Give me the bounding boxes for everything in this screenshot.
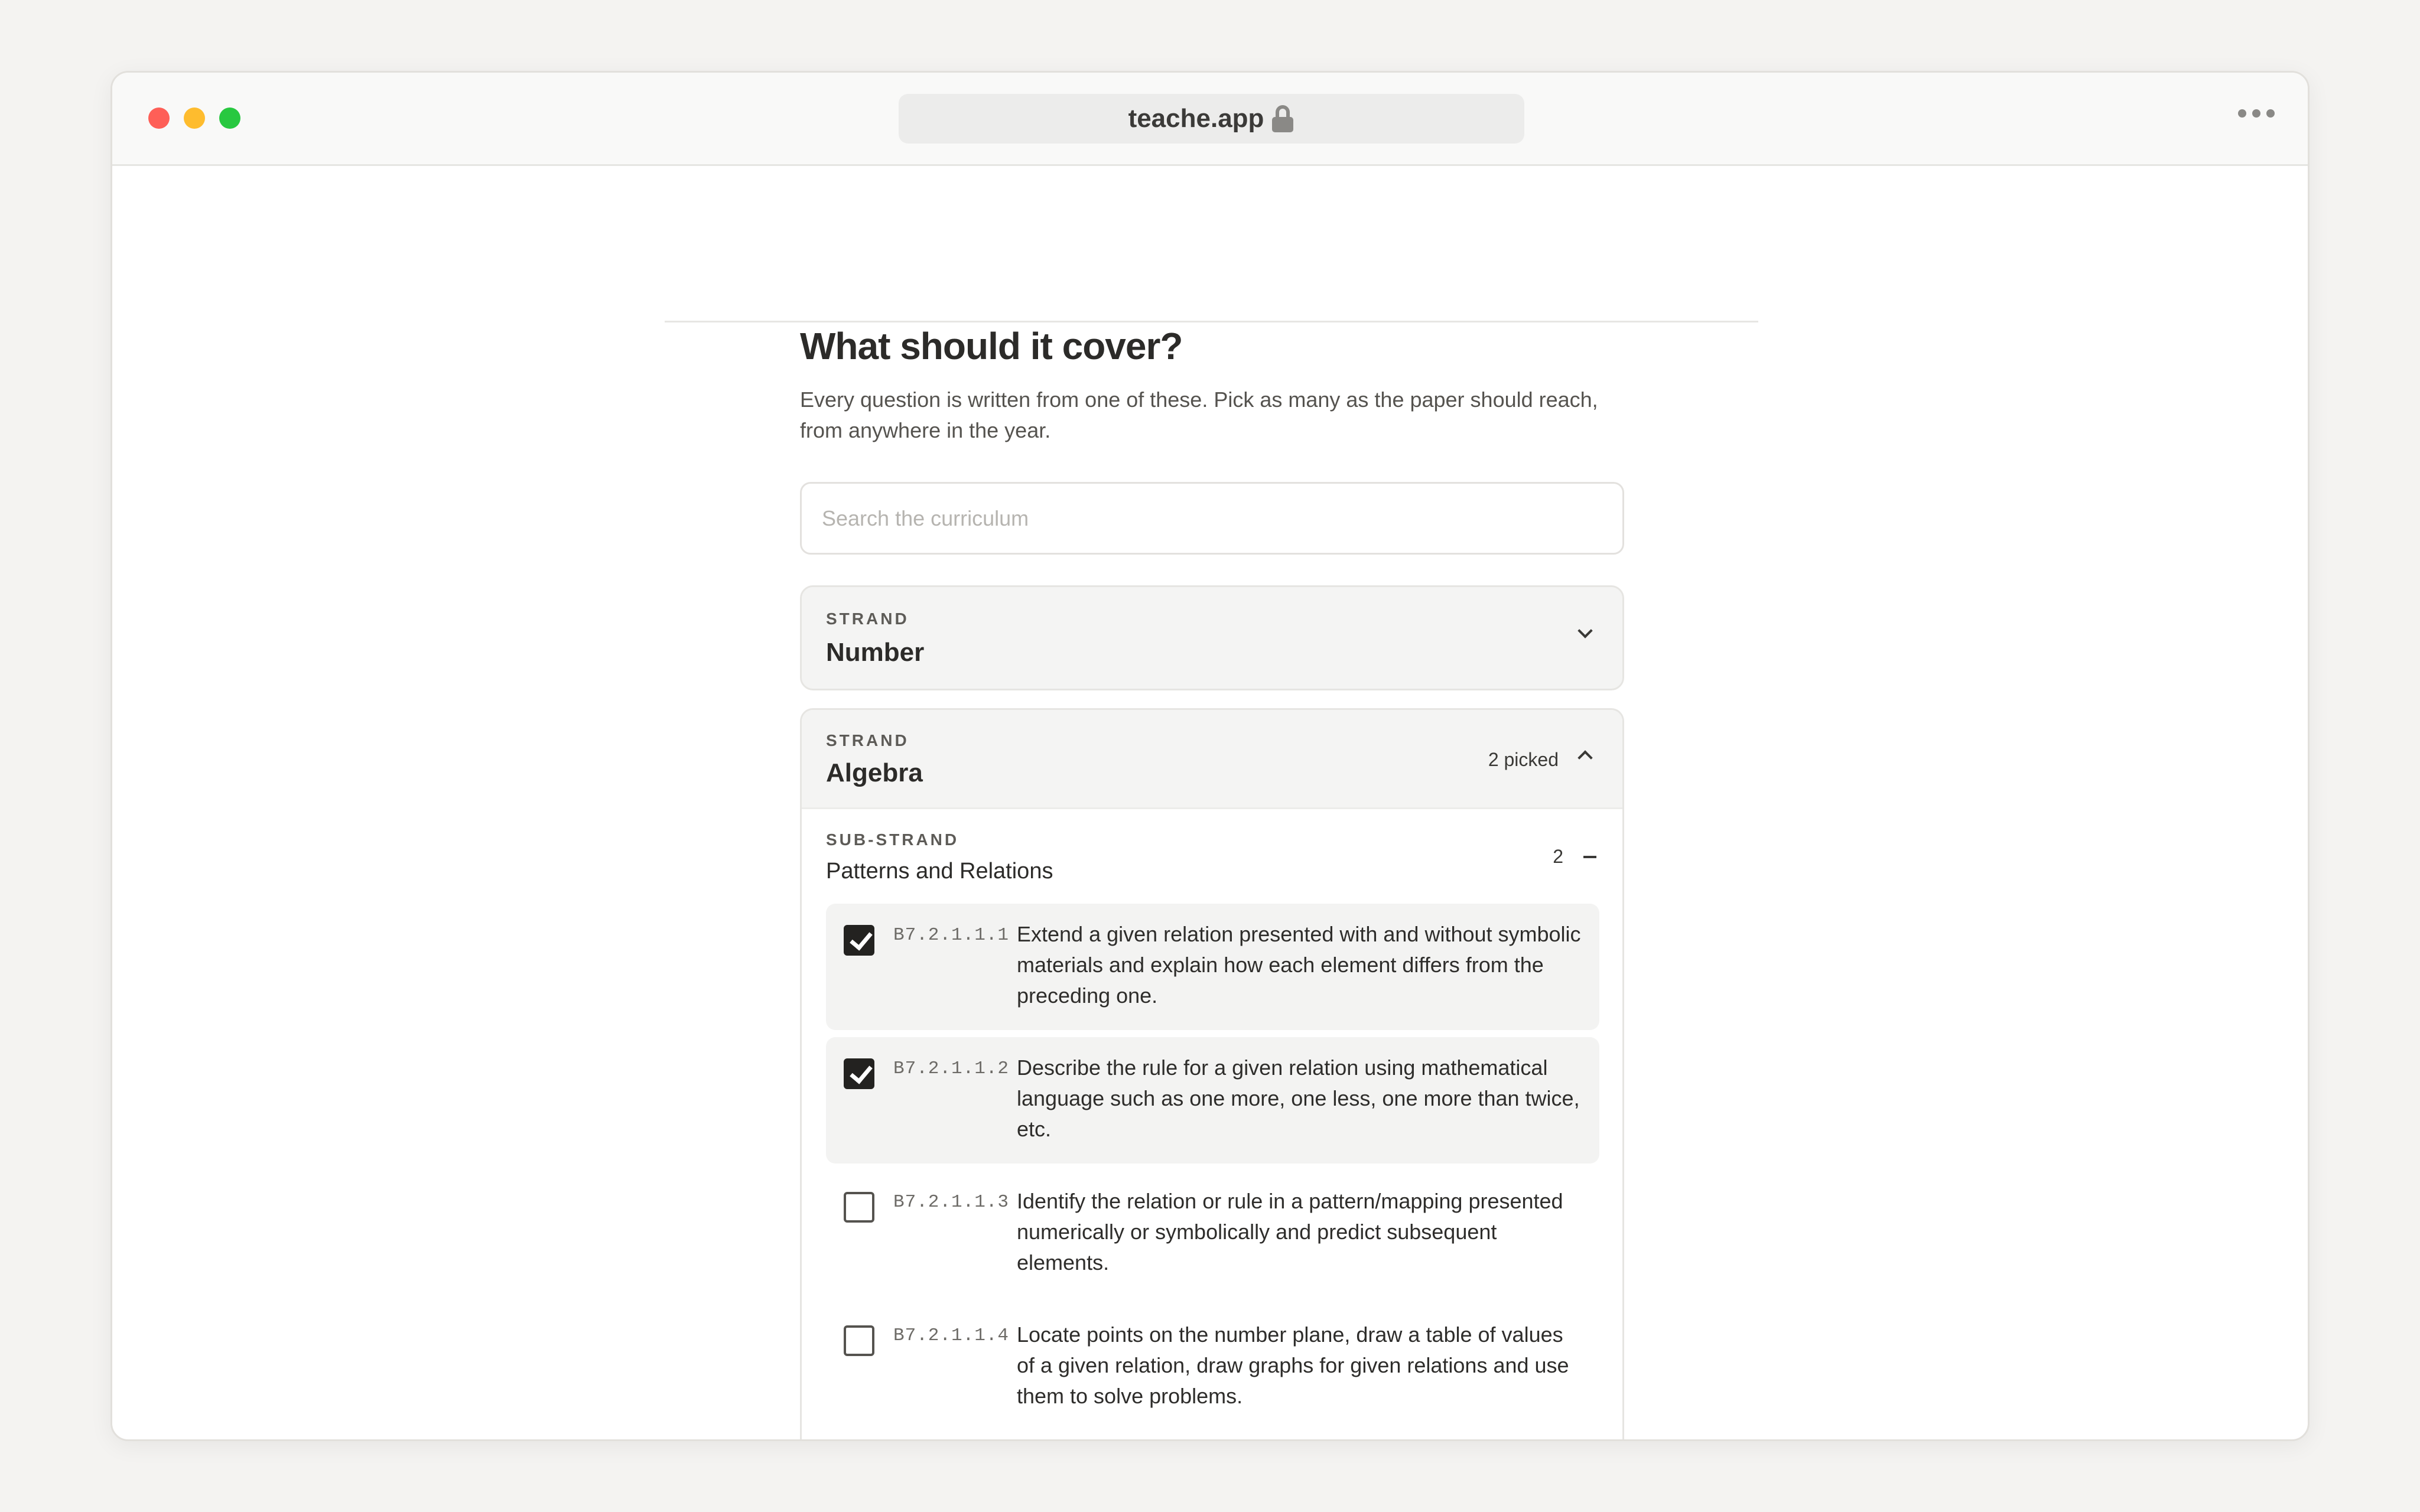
- page-content: What should it cover? Every question is …: [112, 166, 2308, 1439]
- outcome-row[interactable]: B7.2.1.1.4 Locate points on the number p…: [826, 1304, 1599, 1430]
- substrand-header[interactable]: SUB-STRAND Patterns and Relations 2: [802, 809, 1622, 904]
- outcome-checkbox[interactable]: [844, 1192, 874, 1223]
- strand-eyebrow: STRAND: [826, 731, 909, 750]
- outcome-checkbox[interactable]: [844, 1325, 874, 1356]
- minimize-window-button[interactable]: [184, 107, 205, 129]
- outcome-code: B7.2.1.1.4: [893, 1325, 1010, 1346]
- outcome-description: Extend a given relation presented with a…: [1017, 922, 1581, 1008]
- substrand-eyebrow: SUB-STRAND: [826, 830, 959, 849]
- outcome-code: B7.2.1.1.1: [893, 925, 1010, 946]
- substrand-name: Patterns and Relations: [826, 859, 1053, 884]
- curriculum-search[interactable]: [800, 482, 1624, 555]
- address-bar[interactable]: teache.app: [899, 94, 1524, 144]
- strand-card-number[interactable]: STRAND Number: [800, 585, 1624, 690]
- maximize-window-button[interactable]: [219, 107, 240, 129]
- strand-header[interactable]: STRAND Algebra 2 picked: [802, 710, 1622, 809]
- strand-header[interactable]: STRAND Number: [802, 587, 1622, 686]
- outcome-checkbox[interactable]: [844, 1058, 874, 1089]
- outcome-code: B7.2.1.1.2: [893, 1058, 1010, 1079]
- strand-card-algebra: STRAND Algebra 2 picked SUB-STRAND Patte…: [800, 708, 1624, 1439]
- outcome-row[interactable]: B7.2.1.1.1 Extend a given relation prese…: [826, 904, 1599, 1030]
- browser-window: teache.app What should it cover? Every q…: [110, 71, 2310, 1441]
- search-input[interactable]: [821, 505, 1603, 532]
- url-text: teache.app: [1128, 104, 1264, 133]
- outcome-checkbox[interactable]: [844, 925, 874, 956]
- page-description: Every question is written from one of th…: [800, 387, 1598, 442]
- strand-name: Number: [826, 638, 925, 667]
- divider: [665, 321, 1758, 322]
- collapse-substrand-icon[interactable]: [1583, 856, 1596, 858]
- title-bar: teache.app: [112, 73, 2308, 166]
- outcome-row[interactable]: B7.2.1.1.3 Identify the relation or rule…: [826, 1171, 1599, 1297]
- picked-count-badge: 2 picked: [1488, 749, 1559, 770]
- outcome-row[interactable]: B7.2.1.1.2 Describe the rule for a given…: [826, 1037, 1599, 1164]
- outcome-description: Identify the relation or rule in a patte…: [1017, 1189, 1563, 1275]
- substrand-picked-count: 2: [1553, 846, 1563, 867]
- chevron-down-icon[interactable]: [1577, 623, 1593, 638]
- close-window-button[interactable]: [148, 107, 170, 129]
- strand-eyebrow: STRAND: [826, 610, 909, 628]
- chevron-up-icon[interactable]: [1577, 750, 1593, 765]
- more-options-icon[interactable]: [2238, 109, 2275, 118]
- outcome-description: Describe the rule for a given relation u…: [1017, 1055, 1580, 1141]
- lock-icon: [1271, 105, 1294, 132]
- page-title: What should it cover?: [800, 325, 1183, 367]
- outcome-description: Locate points on the number plane, draw …: [1017, 1322, 1569, 1408]
- outcome-code: B7.2.1.1.3: [893, 1192, 1010, 1213]
- strand-name: Algebra: [826, 758, 923, 787]
